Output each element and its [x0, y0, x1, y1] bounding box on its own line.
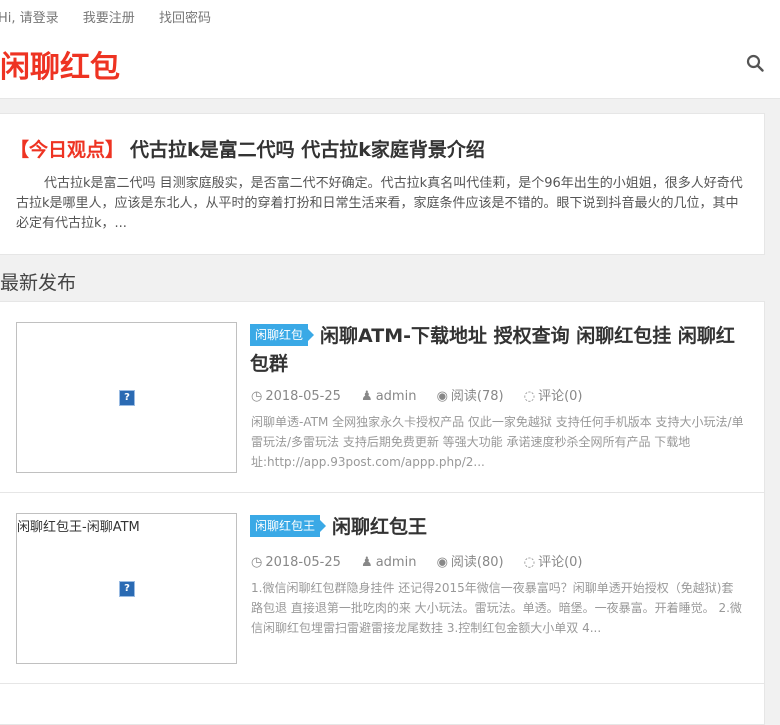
post-date: ◷ 2018-05-25: [251, 555, 341, 570]
top-links: Hi, 请登录 我要注册 找回密码: [0, 7, 231, 26]
post-date: ◷ 2018-05-25: [251, 389, 341, 404]
post-comments[interactable]: ◌ 评论(0): [524, 389, 583, 404]
category-badge[interactable]: 闲聊红包: [250, 324, 315, 346]
clock-icon: ◷: [251, 555, 263, 570]
post-views: ◉ 阅读(80): [436, 555, 504, 570]
post-excerpt: 1.微信闲聊红包群隐身挂件 还记得2015年微信一夜暴富吗？闲聊单透开始授权（免…: [251, 581, 742, 635]
featured-title[interactable]: 【今日观点】 代古拉k是富二代吗 代古拉k家庭背景介绍: [10, 135, 485, 162]
post-thumbnail[interactable]: 闲聊红包王-闲聊ATM ?: [16, 513, 237, 664]
eye-icon: ◉: [436, 389, 448, 404]
featured-tag: 【今日观点】: [10, 139, 125, 161]
post-meta: ◷ 2018-05-25 ♟ admin ◉ 阅读(78) ◌ 评论(0): [251, 385, 599, 404]
featured-post: 【今日观点】 代古拉k是富二代吗 代古拉k家庭背景介绍 代古拉k是富二代吗 目测家…: [0, 113, 765, 255]
post-title: 闲聊红包王 闲聊红包王: [250, 513, 750, 541]
category-badge[interactable]: 闲聊红包王: [250, 515, 327, 537]
user-icon: ♟: [361, 555, 373, 570]
comment-icon: ◌: [523, 389, 536, 404]
post-title-link[interactable]: 闲聊红包王: [332, 516, 427, 538]
post-meta: ◷ 2018-05-25 ♟ admin ◉ 阅读(80) ◌ 评论(0): [251, 551, 599, 570]
post-item: ? 闲聊红包 闲聊ATM-下载地址 授权查询 闲聊红包挂 闲聊红包群 ◷ 2018-…: [0, 301, 765, 493]
post-thumbnail[interactable]: ?: [16, 322, 237, 473]
thumbnail-alt-text: 闲聊红包王-闲聊ATM: [17, 520, 140, 535]
eye-icon: ◉: [436, 555, 448, 570]
site-logo[interactable]: 闲聊红包: [0, 42, 120, 86]
post-item: 闲聊红包王-闲聊ATM ? 闲聊红包王 闲聊红包王 ◷ 2018-05-25 ♟ ad…: [0, 492, 765, 684]
register-link[interactable]: 我要注册: [83, 11, 135, 26]
featured-excerpt: 代古拉k是富二代吗 目测家庭殷实，是否富二代不好确定。代古拉k真名叫代佳莉，是个…: [16, 176, 743, 231]
post-item-partial: [0, 683, 765, 725]
recover-password-link[interactable]: 找回密码: [159, 11, 211, 26]
post-title: 闲聊红包 闲聊ATM-下载地址 授权查询 闲聊红包挂 闲聊红包群: [250, 322, 750, 378]
section-heading: 最新发布: [0, 272, 77, 294]
post-views: ◉ 阅读(78): [436, 389, 504, 404]
search-icon[interactable]: [746, 54, 764, 72]
comment-icon: ◌: [523, 555, 536, 570]
post-author[interactable]: ♟ admin: [361, 555, 416, 570]
broken-image-icon: ?: [119, 581, 135, 597]
clock-icon: ◷: [251, 389, 263, 404]
post-title-link[interactable]: 闲聊ATM-下载地址 授权查询 闲聊红包挂 闲聊红包群: [250, 325, 735, 375]
login-link[interactable]: Hi, 请登录: [0, 11, 59, 26]
user-icon: ♟: [361, 389, 373, 404]
post-comments[interactable]: ◌ 评论(0): [524, 555, 583, 570]
post-excerpt: 闲聊单透-ATM 全网独家永久卡授权产品 仅此一家免越狱 支持任何手机版本 支持…: [251, 415, 744, 469]
site-header: Hi, 请登录 我要注册 找回密码 闲聊红包: [0, 0, 780, 99]
post-author[interactable]: ♟ admin: [361, 389, 416, 404]
featured-title-text[interactable]: 代古拉k是富二代吗 代古拉k家庭背景介绍: [130, 139, 485, 161]
broken-image-icon: ?: [119, 390, 135, 406]
